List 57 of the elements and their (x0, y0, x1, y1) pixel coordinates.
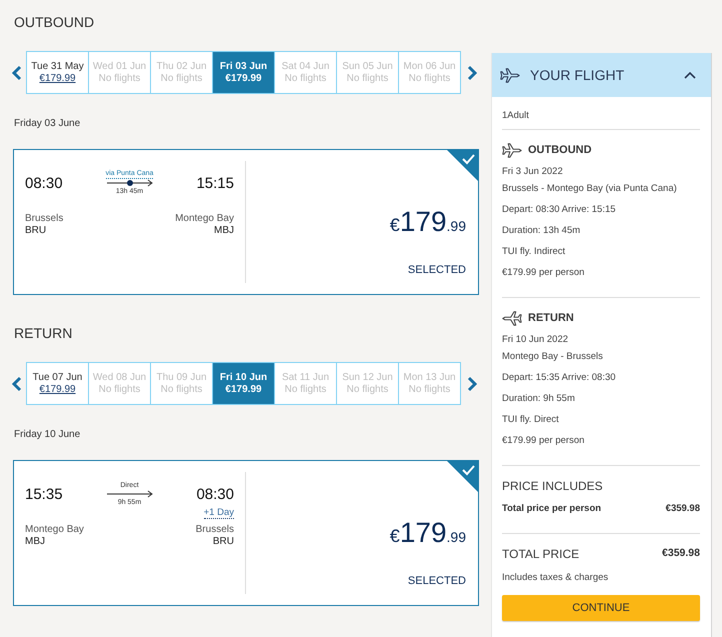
departure-city: Montego Bay (25, 524, 84, 536)
total-price-label: TOTAL PRICE (502, 546, 580, 563)
arrow-icon (106, 490, 154, 498)
continue-button[interactable]: CONTINUE (502, 595, 700, 621)
departure-city: Brussels (25, 213, 64, 225)
arrival-city: Montego Bay (175, 213, 234, 225)
arrow-with-dot-icon (106, 179, 154, 187)
selected-check-icon (446, 460, 479, 493)
leg-detail: Depart: 15:35 Arrive: 08:30 (502, 372, 617, 384)
summary-toggle[interactable]: YOUR FLIGHT (492, 53, 711, 97)
next-day-note: +1 Day (204, 507, 234, 519)
departure-time: 08:30 (25, 174, 63, 194)
leg-date: Fri 3 Jun 2022 (502, 166, 564, 178)
arrival-time: 15:15 (196, 174, 234, 194)
taxes-note: Includes taxes & charges (502, 572, 610, 584)
day-heading: Friday 03 June (14, 118, 82, 130)
arrival-time: 08:30 (196, 485, 234, 505)
leg-detail: TUI fly. Indirect (502, 246, 566, 258)
leg-route: Brussels - Montego Bay (via Punta Cana) (502, 183, 678, 195)
leg-detail: Duration: 9h 55m (502, 393, 576, 405)
arrival-airport-code: BRU (212, 536, 234, 548)
flight-price: €179.99 (390, 518, 466, 550)
selected-check-icon (446, 149, 479, 182)
leg-title: RETURN (528, 311, 574, 326)
chevron-right-icon (467, 64, 477, 80)
leg-detail: €179.99 per person (502, 435, 586, 447)
departure-airport-code: MBJ (25, 536, 46, 548)
arrival-airport-code: MBJ (214, 225, 234, 237)
leg-detail: Duration: 13h 45m (502, 225, 582, 237)
date-tab[interactable]: Fri 03 Jun €179.99 (212, 52, 274, 93)
date-tab[interactable]: Fri 10 Jun €179.99 (212, 363, 274, 404)
price-row-value: €359.98 (666, 503, 700, 515)
airplane-icon (502, 143, 522, 158)
section-title: OUTBOUND (14, 14, 96, 31)
chevron-left-icon (12, 64, 22, 80)
arrival-city: Brussels (196, 524, 234, 536)
day-heading: Friday 10 June (14, 429, 82, 441)
price-includes-heading: PRICE INCLUDES (502, 479, 604, 493)
total-price-value: €359.98 (662, 546, 700, 562)
flight-price: €179.99 (390, 207, 466, 239)
status-label: SELECTED (408, 574, 466, 588)
price-row-label: Total price per person (502, 503, 602, 515)
section-title: RETURN (14, 325, 74, 342)
airplane-icon (502, 311, 522, 326)
leg-detail: €179.99 per person (502, 267, 586, 279)
status-label: SELECTED (408, 263, 466, 277)
leg-route: Montego Bay - Brussels (502, 351, 604, 363)
leg-detail: TUI fly. Direct (502, 414, 560, 426)
departure-airport-code: BRU (25, 225, 48, 237)
leg-detail: Depart: 08:30 Arrive: 15:15 (502, 204, 617, 216)
leg-date: Fri 10 Jun 2022 (502, 334, 570, 346)
chevron-right-icon (467, 376, 477, 392)
chevron-left-icon (12, 376, 22, 392)
airplane-icon (500, 68, 520, 82)
departure-time: 15:35 (25, 485, 63, 505)
leg-title: OUTBOUND (528, 143, 592, 158)
passenger-count: 1Adult (502, 110, 530, 122)
